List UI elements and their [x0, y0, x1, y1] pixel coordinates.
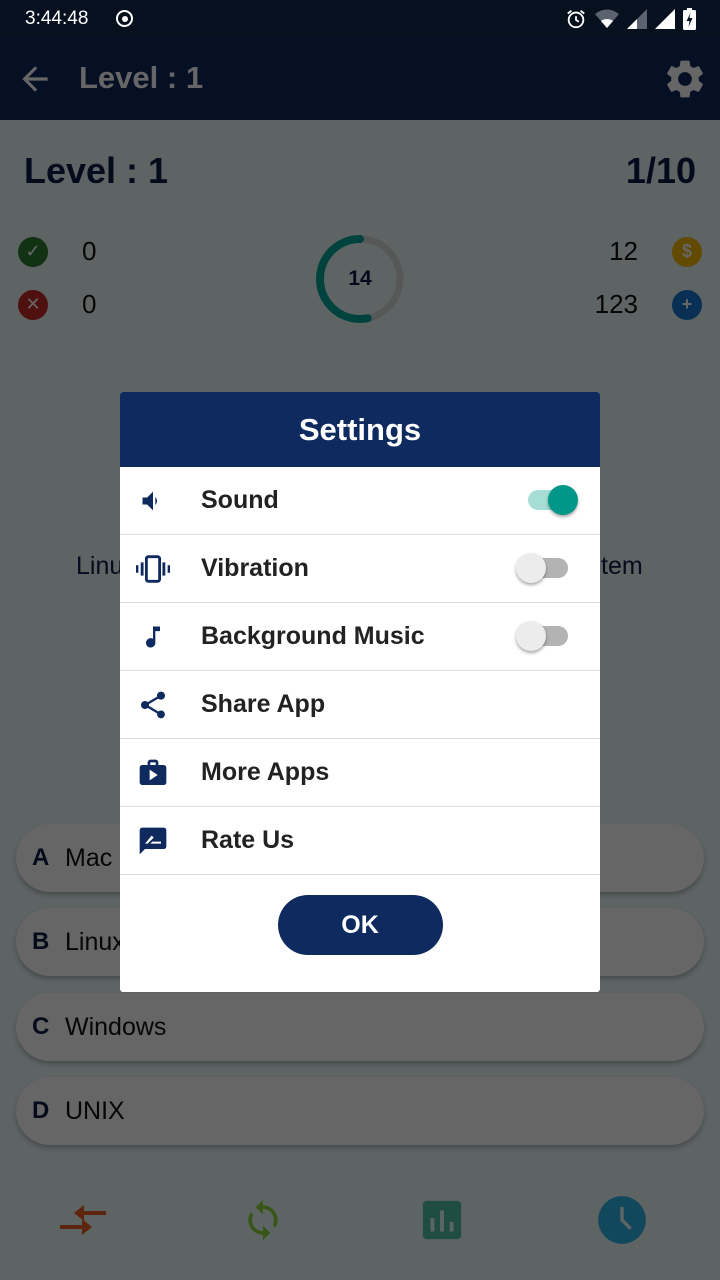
status-icons — [565, 8, 696, 30]
toggle-thumb — [548, 484, 578, 515]
store-icon — [136, 756, 170, 790]
music-note-icon — [136, 620, 170, 654]
setting-background-music[interactable]: Background Music — [120, 603, 600, 671]
volume-icon — [136, 484, 170, 518]
sound-toggle[interactable] — [528, 484, 578, 515]
alarm-icon — [567, 10, 585, 29]
ok-button[interactable]: OK — [277, 895, 443, 955]
toggle-thumb — [516, 620, 546, 651]
toggle-thumb — [516, 552, 546, 583]
setting-label: Background Music — [201, 622, 425, 650]
vibration-icon — [136, 552, 170, 586]
setting-sound[interactable]: Sound — [120, 467, 600, 535]
rate-review-icon — [136, 824, 170, 858]
dialog-footer: OK — [120, 875, 600, 975]
dialog-header: Settings — [120, 392, 600, 467]
setting-label: Rate Us — [201, 826, 295, 854]
setting-vibration[interactable]: Vibration — [120, 535, 600, 603]
setting-rate-us[interactable]: Rate Us — [120, 807, 600, 875]
signal-icon — [627, 9, 647, 29]
dialog-title: Settings — [298, 411, 422, 447]
battery-charging-icon — [683, 8, 696, 30]
setting-label: Vibration — [201, 554, 309, 582]
setting-label: Sound — [201, 486, 279, 514]
setting-label: Share App — [201, 690, 326, 718]
status-time: 3:44:48 — [25, 8, 89, 29]
vibration-toggle[interactable] — [516, 552, 570, 583]
settings-dialog: Settings Sound Vibration Background Musi… — [120, 392, 600, 992]
signal-icon — [655, 9, 675, 29]
setting-more-apps[interactable]: More Apps — [120, 739, 600, 807]
status-bar: 3:44:48 — [0, 0, 720, 38]
setting-label: More Apps — [201, 758, 330, 786]
background-music-toggle[interactable] — [516, 620, 570, 651]
wifi-icon — [595, 9, 619, 28]
record-icon — [116, 10, 133, 27]
setting-share-app[interactable]: Share App — [120, 671, 600, 739]
share-icon — [136, 688, 170, 722]
